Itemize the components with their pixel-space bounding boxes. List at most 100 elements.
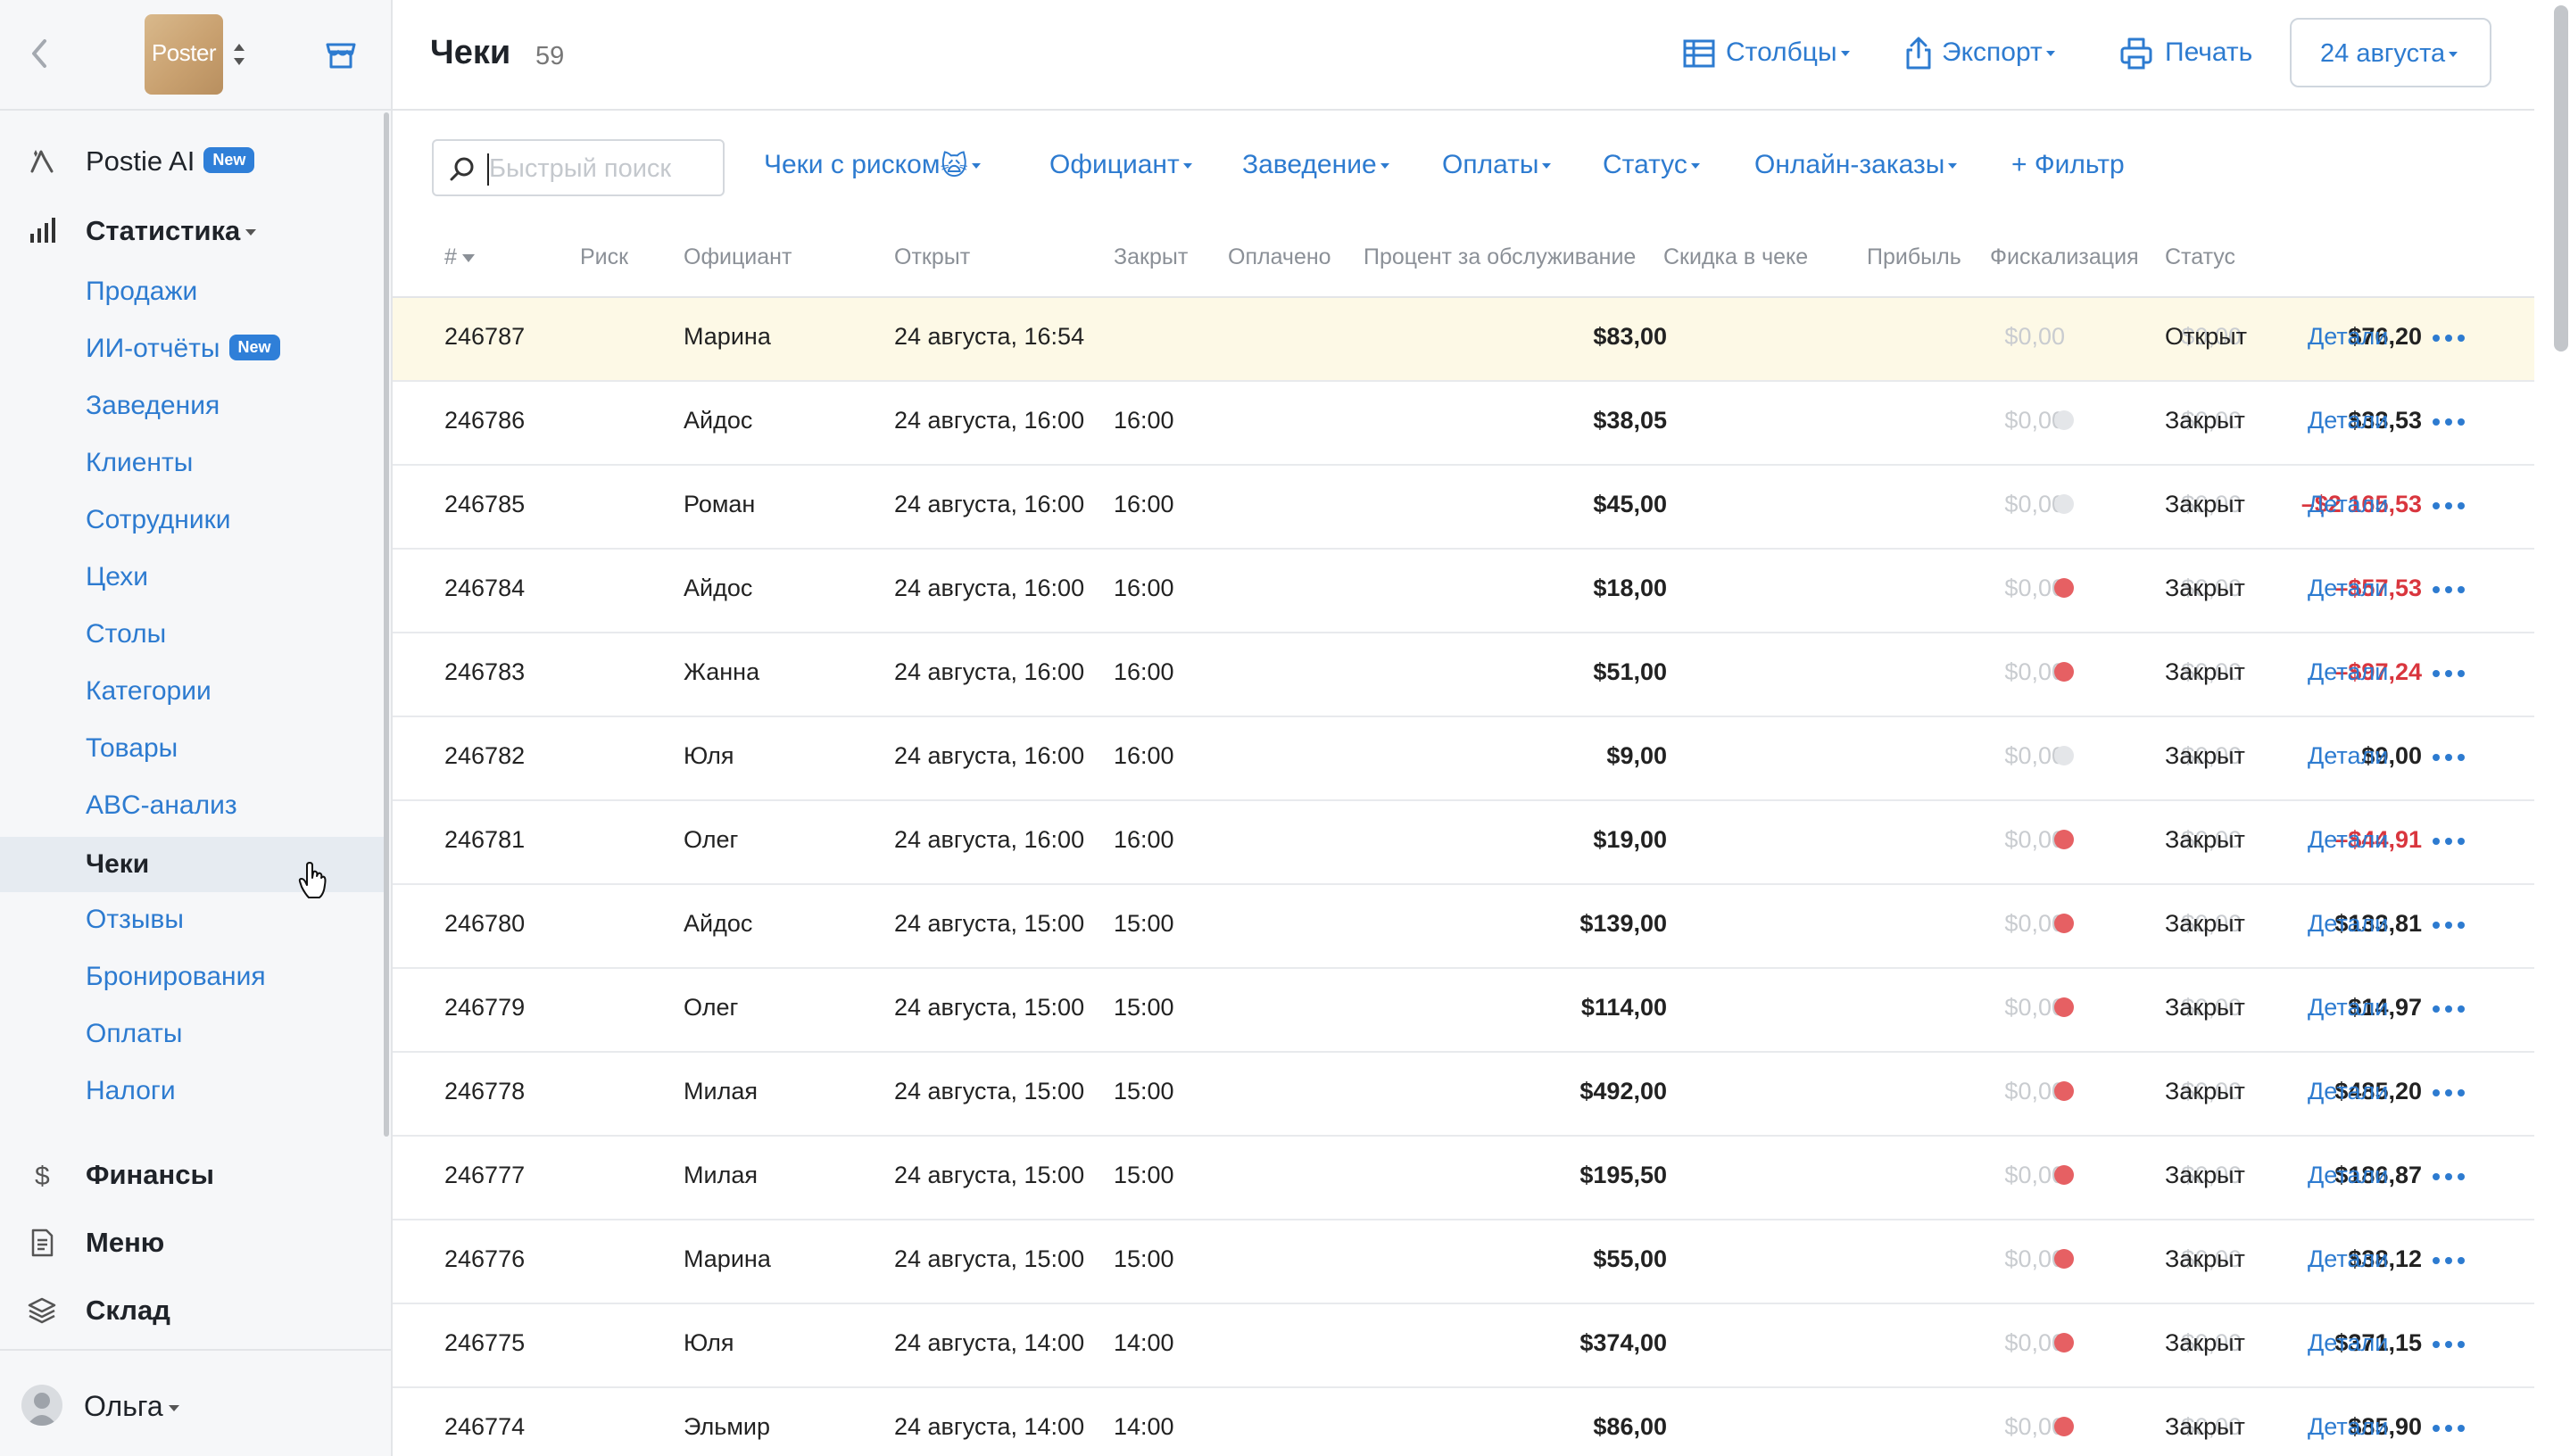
filter-risk[interactable]: Чеки с риском🙀 <box>764 150 981 182</box>
details-link[interactable]: Детали <box>2308 1162 2388 1189</box>
table-row[interactable]: 246775 Юля 24 августа, 14:00 14:00 $374,00 $0… <box>393 1304 2534 1388</box>
sidebar-item-bookings[interactable]: Бронирования <box>0 951 384 1001</box>
table-row[interactable]: 246782 Юля 24 августа, 16:00 16:00 $9,00 $0,0… <box>393 717 2534 801</box>
more-dots-icon[interactable] <box>2433 660 2470 687</box>
cell-opened: 24 августа, 16:00 <box>894 575 1085 601</box>
more-dots-icon[interactable] <box>2433 492 2470 519</box>
details-link[interactable]: Детали <box>2308 1245 2388 1273</box>
cell-status: Закрыт <box>2165 1078 2245 1104</box>
more-dots-icon[interactable] <box>2433 409 2470 435</box>
store-button[interactable] <box>323 37 359 73</box>
col-status[interactable]: Статус <box>2165 244 2235 270</box>
more-dots-icon[interactable] <box>2433 1247 2470 1274</box>
col-waiter[interactable]: Официант <box>684 244 792 270</box>
sidebar-item-products[interactable]: Товары <box>0 723 384 773</box>
details-link[interactable]: Детали <box>2308 575 2388 602</box>
more-dots-icon[interactable] <box>2433 828 2470 855</box>
sidebar-item-abc-analysis[interactable]: ABC-анализ <box>0 780 384 830</box>
more-dots-icon[interactable] <box>2433 1415 2470 1442</box>
cell-closed: 15:00 <box>1114 910 1174 937</box>
details-link[interactable]: Детали <box>2308 323 2388 351</box>
filter-venue[interactable]: Заведение <box>1242 150 1389 180</box>
details-link[interactable]: Детали <box>2308 407 2388 434</box>
page-scrollbar-thumb[interactable] <box>2554 5 2568 352</box>
col-opened[interactable]: Открыт <box>894 244 970 270</box>
table-row[interactable]: 246784 Айдос 24 августа, 16:00 16:00 $18,00 $… <box>393 550 2534 633</box>
sidebar-item-ai-reports[interactable]: ИИ-отчёты New <box>0 323 384 373</box>
col-paid[interactable]: Оплачено <box>1228 244 1331 270</box>
col-service[interactable]: Процент за обслуживание <box>1364 244 1636 270</box>
fiscal-status-dot <box>2054 494 2074 514</box>
col-risk[interactable]: Риск <box>580 244 628 270</box>
sidebar-item-employees[interactable]: Сотрудники <box>0 494 384 544</box>
details-link[interactable]: Детали <box>2308 1078 2388 1105</box>
sidebar-item-taxes[interactable]: Налоги <box>0 1065 384 1115</box>
table-row[interactable]: 246779 Олег 24 августа, 15:00 15:00 $114,00 $… <box>393 969 2534 1053</box>
more-dots-icon[interactable] <box>2433 1163 2470 1190</box>
table-row[interactable]: 246776 Марина 24 августа, 15:00 15:00 $55,00… <box>393 1220 2534 1304</box>
col-profit[interactable]: Прибыль <box>1867 244 1961 270</box>
sidebar-item-sales[interactable]: Продажи <box>0 266 384 316</box>
filter-online-orders[interactable]: Онлайн-заказы <box>1754 150 1958 180</box>
details-link[interactable]: Детали <box>2308 910 2388 938</box>
sidebar-item-venues[interactable]: Заведения <box>0 380 384 430</box>
sidebar-item-payments[interactable]: Оплаты <box>0 1008 384 1058</box>
details-link[interactable]: Детали <box>2308 658 2388 686</box>
sidebar-item-label: Налоги <box>86 1076 176 1105</box>
cell-waiter: Роман <box>684 491 756 517</box>
date-picker-button[interactable]: 24 августа <box>2290 18 2491 87</box>
details-link[interactable]: Детали <box>2308 1329 2388 1357</box>
sidebar-item-workshops[interactable]: Цехи <box>0 551 384 601</box>
user-menu[interactable]: Ольга <box>0 1349 391 1456</box>
more-dots-icon[interactable] <box>2433 1331 2470 1358</box>
sidebar-item-tables[interactable]: Столы <box>0 608 384 658</box>
search-input[interactable] <box>489 152 712 186</box>
table-row[interactable]: 246785 Роман 24 августа, 16:00 16:00 $45,00 $… <box>393 466 2534 550</box>
filter-payments[interactable]: Оплаты <box>1442 150 1552 180</box>
page-scrollbar[interactable] <box>2552 0 2570 1456</box>
table-row[interactable]: 246787 Марина 24 августа, 16:54 $83,00 $0,00… <box>393 298 2534 382</box>
nav-menu[interactable]: Меню <box>0 1215 384 1269</box>
cell-paid: $83,00 <box>1593 323 1667 350</box>
filter-status[interactable]: Статус <box>1603 150 1700 180</box>
sidebar-item-categories[interactable]: Категории <box>0 666 384 716</box>
add-filter-button[interactable]: + Фильтр <box>2011 150 2125 180</box>
cell-paid: $51,00 <box>1593 658 1667 685</box>
nav-postie-ai[interactable]: Postie AI New <box>0 134 384 187</box>
col-fiscal[interactable]: Фискализация <box>1990 244 2139 270</box>
more-dots-icon[interactable] <box>2433 996 2470 1022</box>
quick-search[interactable] <box>432 139 725 196</box>
sparkle-pen-icon <box>30 150 54 173</box>
table-row[interactable]: 246780 Айдос 24 августа, 15:00 15:00 $139,00… <box>393 885 2534 969</box>
nav-finance[interactable]: $ Финансы <box>0 1147 384 1201</box>
export-button[interactable]: Экспорт <box>1901 32 2061 75</box>
details-link[interactable]: Детали <box>2308 491 2388 518</box>
col-number[interactable]: # <box>444 244 475 270</box>
table-row[interactable]: 246786 Айдос 24 августа, 16:00 16:00 $38,05 $… <box>393 382 2534 466</box>
sidebar-scrollbar[interactable] <box>384 112 389 1137</box>
filter-waiter[interactable]: Официант <box>1049 150 1192 180</box>
account-switcher[interactable]: Poster <box>145 14 250 95</box>
table-row[interactable]: 246777 Милая 24 августа, 15:00 15:00 $195,50… <box>393 1137 2534 1220</box>
sidebar-item-clients[interactable]: Клиенты <box>0 437 384 487</box>
table-row[interactable]: 246778 Милая 24 августа, 15:00 15:00 $492,00… <box>393 1053 2534 1137</box>
nav-warehouse[interactable]: Склад <box>0 1283 384 1336</box>
more-dots-icon[interactable] <box>2433 576 2470 603</box>
col-discount[interactable]: Скидка в чеке <box>1663 244 1808 270</box>
more-dots-icon[interactable] <box>2433 744 2470 771</box>
details-link[interactable]: Детали <box>2308 826 2388 854</box>
nav-statistics[interactable]: Статистика <box>0 203 384 257</box>
table-row[interactable]: 246783 Жанна 24 августа, 16:00 16:00 $51,00 $… <box>393 633 2534 717</box>
details-link[interactable]: Детали <box>2308 994 2388 1022</box>
table-row[interactable]: 246774 Эльмир 24 августа, 14:00 14:00 $86,00… <box>393 1388 2534 1456</box>
details-link[interactable]: Детали <box>2308 1413 2388 1441</box>
columns-button[interactable]: Столбцы <box>1681 32 1860 75</box>
more-dots-icon[interactable] <box>2433 1080 2470 1106</box>
col-closed[interactable]: Закрыт <box>1114 244 1188 270</box>
print-button[interactable]: Печать <box>2118 32 2261 75</box>
more-dots-icon[interactable] <box>2433 912 2470 939</box>
details-link[interactable]: Детали <box>2308 742 2388 770</box>
more-dots-icon[interactable] <box>2433 325 2470 352</box>
back-button[interactable] <box>27 36 54 71</box>
table-row[interactable]: 246781 Олег 24 августа, 16:00 16:00 $19,00 $0… <box>393 801 2534 885</box>
